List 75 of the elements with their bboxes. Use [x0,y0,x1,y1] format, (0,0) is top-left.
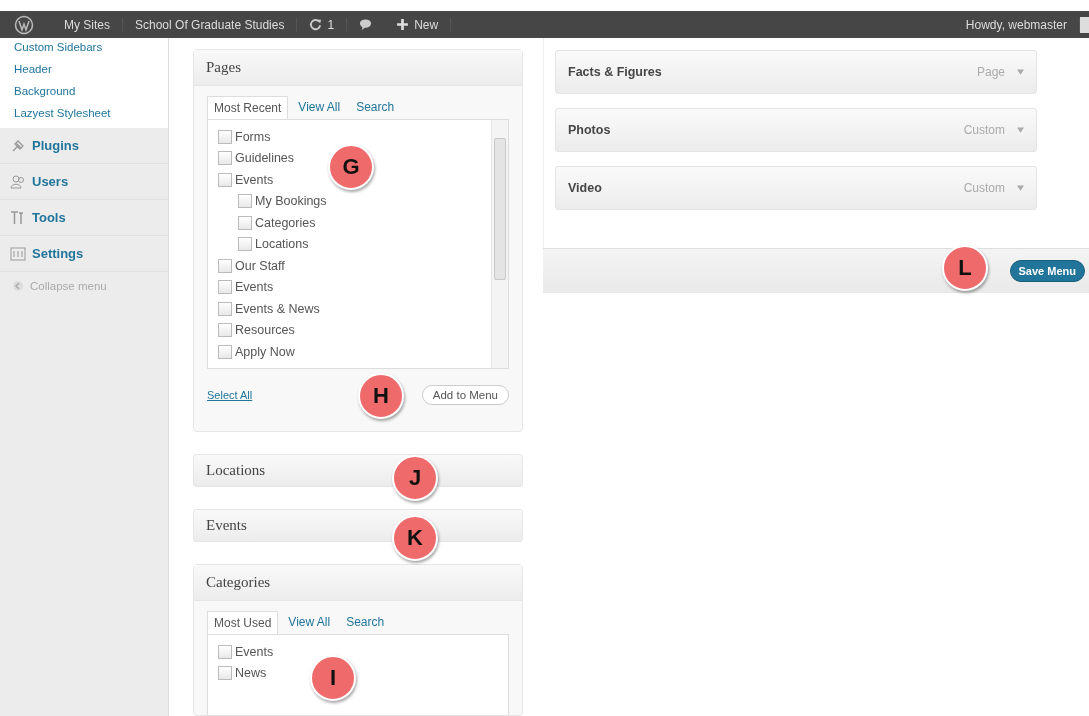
my-sites-link[interactable]: My Sites [52,17,123,32]
site-name-link[interactable]: School Of Graduate Studies [123,17,298,32]
tab[interactable]: Search [340,611,391,634]
collapse-icon [12,280,24,292]
menu-item-title: Facts & Figures [568,65,663,79]
dropdown-arrow-icon[interactable] [1017,69,1024,75]
menu-item-title: Photos [568,123,612,137]
wordpress-logo-icon[interactable] [14,14,34,35]
page-label: Apply Now [235,344,295,359]
checkbox[interactable] [218,258,232,273]
updates-link[interactable]: 1 [297,17,348,32]
select-all-link[interactable]: Select All [207,389,253,401]
checkbox[interactable] [218,644,232,659]
menu-item-type: Custom [963,123,1005,137]
checkbox[interactable] [238,215,252,230]
category-label: Events [235,644,274,659]
panel-title: Locations [206,462,266,479]
page-label: Categories [255,215,316,230]
page-label: Forms [235,129,271,144]
add-to-menu-button[interactable]: Add to Menu [421,385,509,405]
callout-marker: K [392,515,438,561]
menu-item-bar[interactable]: Facts & Figures Page [555,50,1037,94]
menu-item[interactable]: Plugins [0,128,168,164]
page-label: My Bookings [255,194,327,209]
panel-title: Events [206,517,247,534]
callout-marker: J [392,455,438,501]
tab[interactable]: Most Used [207,611,279,634]
checkbox[interactable] [238,194,252,209]
tools-icon [10,209,26,226]
sliders-icon [10,245,26,262]
save-menu-button[interactable]: Save Menu [1009,260,1085,282]
checkbox[interactable] [218,151,232,166]
tab[interactable]: Search [350,96,401,119]
checkbox[interactable] [218,323,232,338]
checkbox[interactable] [218,301,232,316]
page-label: Our Staff [235,258,285,273]
menu-item-type: Page [976,65,1005,79]
checkbox[interactable] [218,172,232,187]
scrollbar[interactable] [491,120,508,368]
new-link[interactable]: New [384,17,452,32]
page-label: Events [235,280,274,295]
page-label: Events [235,172,274,187]
tab[interactable]: View All [292,96,347,119]
checkbox[interactable] [218,280,232,295]
submenu-link[interactable]: Lazyest Stylesheet [14,104,168,122]
tab[interactable]: Most Recent [207,96,289,119]
page-label: Locations [255,237,309,252]
menu-item[interactable]: Tools [0,200,168,236]
page-label: Resources [235,323,295,338]
dropdown-arrow-icon[interactable] [1017,185,1024,191]
category-label: News [235,666,267,681]
menu-item[interactable]: Settings [0,236,168,272]
submenu-link[interactable]: Custom Sidebars [14,38,168,56]
checkbox[interactable] [218,344,232,359]
page-label: Events & News [235,301,320,316]
panel-title: Categories [206,574,271,591]
submenu-link[interactable]: Background [14,82,168,100]
dropdown-arrow-icon[interactable] [1017,127,1024,133]
refresh-icon [309,18,323,31]
menu-item-type: Custom [963,181,1005,195]
checkbox[interactable] [218,666,232,681]
submenu-link[interactable]: Header [14,60,168,78]
menu-item-title: Video [568,181,603,195]
menu-item-bar[interactable]: Video Custom [555,166,1037,210]
menu-item[interactable]: Users [0,164,168,200]
panel-title: Pages [206,59,241,76]
avatar-icon[interactable] [1080,16,1089,33]
tab[interactable]: View All [282,611,337,634]
page-label: Guidelines [235,151,295,166]
checkbox[interactable] [238,237,252,252]
menu-item-bar[interactable]: Photos Custom [555,108,1037,152]
users-icon [10,173,26,190]
plus-icon [396,18,410,31]
comment-icon[interactable] [359,18,373,31]
checkbox[interactable] [218,129,232,144]
